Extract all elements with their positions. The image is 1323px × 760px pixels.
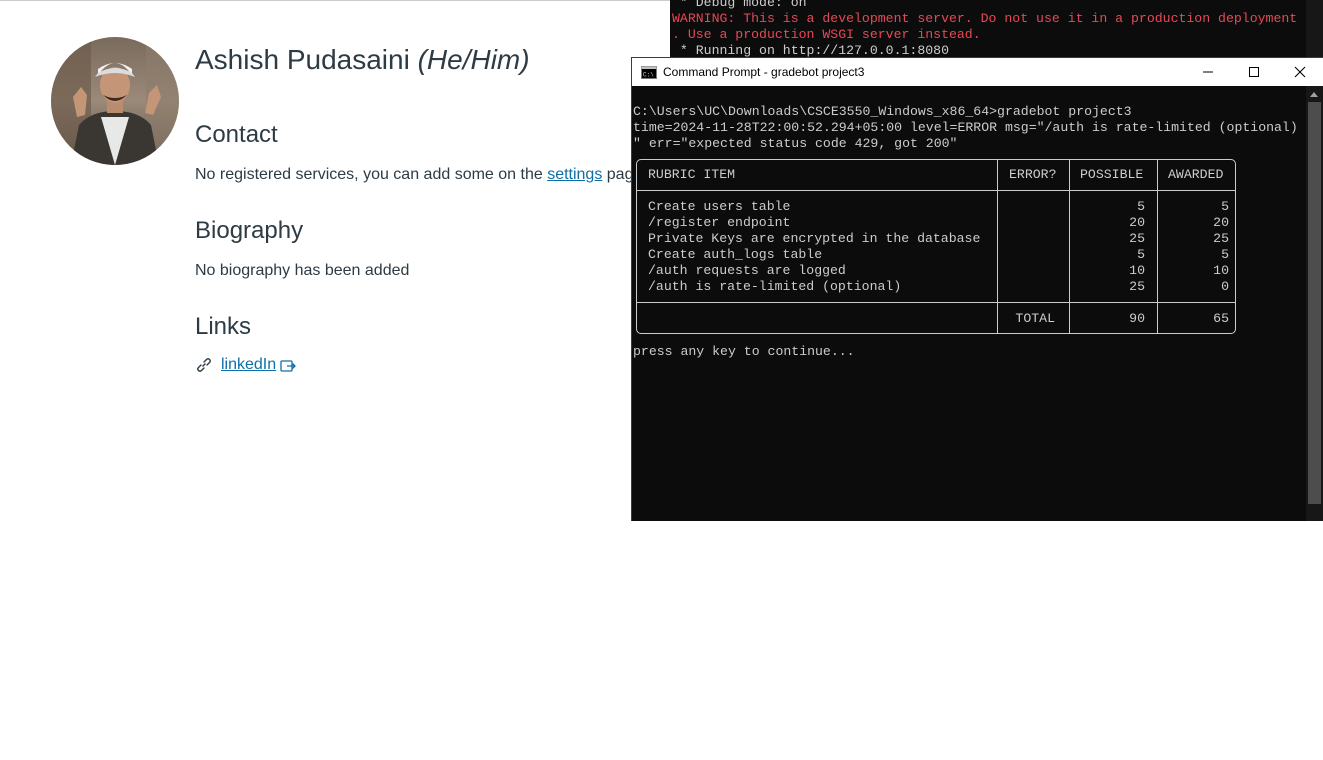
profile-pronouns: (He/Him) — [417, 44, 530, 75]
maximize-icon — [1249, 67, 1259, 77]
table-cell-possible: 25 — [1129, 231, 1145, 246]
table-cell-awarded: 20 — [1213, 215, 1229, 230]
title-bar[interactable]: C:\ Command Prompt - gradebot project3 — [632, 58, 1323, 86]
rubric-table: RUBRIC ITEM ERROR? POSSIBLE AWARDED Crea… — [636, 159, 1236, 334]
vertical-scrollbar[interactable] — [1306, 86, 1323, 521]
table-cell-awarded: 10 — [1213, 263, 1229, 278]
bg-terminal-warning-line: . Use a production WSGI server instead. — [672, 27, 981, 42]
minimize-button[interactable] — [1185, 58, 1231, 86]
console-output[interactable]: C:\Users\UC\Downloads\CSCE3550_Windows_x… — [632, 86, 1306, 521]
log-line: " err="expected status code 429, got 200… — [633, 136, 958, 151]
link-icon — [197, 358, 211, 372]
table-cell-awarded: 0 — [1221, 279, 1229, 294]
contact-text: No registered services, you can add some… — [195, 166, 647, 184]
background-terminal: * Debug mode: on WARNING: This is a deve… — [670, 0, 1323, 60]
table-cell-possible: 20 — [1129, 215, 1145, 230]
table-cell-item: /auth requests are logged — [648, 263, 846, 278]
continue-prompt: press any key to continue... — [633, 344, 855, 359]
avatar — [51, 37, 179, 165]
external-link-icon — [280, 359, 297, 372]
command-prompt-window: C:\ Command Prompt - gradebot project3 C… — [631, 57, 1323, 521]
table-divider — [997, 160, 998, 333]
table-header: POSSIBLE — [1080, 167, 1144, 182]
table-cell-possible: 5 — [1137, 199, 1145, 214]
minimize-icon — [1203, 71, 1213, 73]
prompt-line: C:\Users\UC\Downloads\CSCE3550_Windows_x… — [633, 104, 1132, 119]
log-line: time=2024-11-28T22:00:52.294+05:00 level… — [633, 120, 1298, 135]
total-possible: 90 — [1129, 311, 1145, 326]
bg-terminal-warning-line: WARNING: This is a development server. D… — [672, 11, 1298, 26]
profile-name-text: Ashish Pudasaini — [195, 44, 410, 75]
svg-text:C:\: C:\ — [643, 71, 654, 78]
table-cell-possible: 10 — [1129, 263, 1145, 278]
window-title: Command Prompt - gradebot project3 — [663, 65, 865, 79]
table-header: ERROR? — [1009, 167, 1057, 182]
table-cell-awarded: 5 — [1221, 247, 1229, 262]
total-awarded: 65 — [1213, 311, 1229, 326]
table-cell-possible: 5 — [1137, 247, 1145, 262]
contact-heading: Contact — [195, 121, 278, 148]
bg-terminal-scrollbar[interactable] — [1306, 0, 1323, 60]
table-cell-awarded: 25 — [1213, 231, 1229, 246]
close-icon — [1294, 66, 1306, 78]
table-cell-item: Create users table — [648, 199, 791, 214]
cmd-app-icon: C:\ — [641, 65, 657, 79]
linkedin-link[interactable]: linkedIn — [221, 356, 276, 374]
browser-divider — [0, 0, 670, 1]
biography-heading: Biography — [195, 217, 304, 244]
table-cell-item: Private Keys are encrypted in the databa… — [648, 231, 981, 246]
table-cell-possible: 25 — [1129, 279, 1145, 294]
scroll-thumb[interactable] — [1308, 102, 1321, 504]
profile-name: Ashish Pudasaini (He/Him) — [195, 44, 530, 76]
table-cell-awarded: 5 — [1221, 199, 1229, 214]
links-heading: Links — [195, 313, 252, 340]
biography-text: No biography has been added — [195, 262, 410, 279]
maximize-button[interactable] — [1231, 58, 1277, 86]
settings-link[interactable]: settings — [547, 166, 602, 183]
profile-page: Ashish Pudasaini (He/Him) Contact No reg… — [0, 0, 670, 521]
table-header: RUBRIC ITEM — [648, 167, 736, 182]
close-button[interactable] — [1277, 58, 1323, 86]
table-divider — [637, 302, 1235, 303]
table-divider — [637, 190, 1235, 191]
bg-terminal-line: * Debug mode: on — [672, 0, 807, 10]
table-header: AWARDED — [1168, 167, 1224, 182]
table-cell-item: Create auth_logs table — [648, 247, 823, 262]
total-label: TOTAL — [1015, 311, 1055, 326]
contact-text-before: No registered services, you can add some… — [195, 166, 548, 183]
table-cell-item: /register endpoint — [648, 215, 791, 230]
scroll-up-arrow-icon[interactable] — [1310, 92, 1318, 97]
table-cell-item: /auth is rate-limited (optional) — [648, 279, 902, 294]
linkedin-link-row[interactable]: linkedIn — [195, 356, 297, 374]
